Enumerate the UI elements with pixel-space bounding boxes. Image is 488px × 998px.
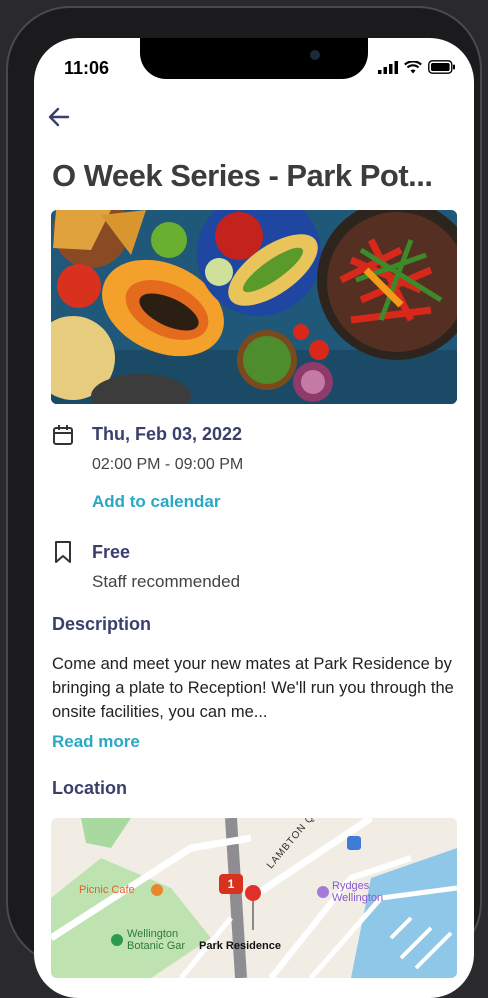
map-label-botanic: Wellington Botanic Gar <box>127 928 186 952</box>
notch <box>140 38 368 79</box>
location-heading: Location <box>52 778 127 798</box>
garden-icon <box>111 934 123 946</box>
app-screen: 11:06 O Week Series - Park Pot... Thu, F… <box>34 38 474 998</box>
event-title: O Week Series - Park Pot... <box>52 158 433 193</box>
event-time-range: 02:00 PM - 09:00 PM <box>92 456 244 473</box>
camera <box>310 50 320 60</box>
event-date: Thu, Feb 03, 2022 <box>92 424 243 444</box>
event-price: Free <box>92 542 131 562</box>
back-button[interactable] <box>48 106 70 133</box>
read-more-link[interactable]: Read more <box>52 732 140 752</box>
battery-icon <box>428 60 455 74</box>
map-pin-icon <box>245 885 261 930</box>
phone-frame: 11:06 O Week Series - Park Pot... Thu, F… <box>6 6 482 998</box>
add-to-calendar-link[interactable]: Add to calendar <box>92 492 220 512</box>
food-photo <box>51 210 457 404</box>
event-description: Come and meet your new mates at Park Res… <box>52 655 454 721</box>
event-tag: Staff recommended <box>92 572 241 591</box>
cafe-icon <box>151 884 163 896</box>
bus-stop-icon <box>347 836 361 850</box>
signal-icon <box>378 60 398 74</box>
map-label-picnic: Picnic Cafe <box>79 884 135 896</box>
calendar-icon <box>52 424 74 451</box>
wifi-icon <box>404 60 422 73</box>
hotel-icon <box>317 886 329 898</box>
event-image <box>51 210 457 404</box>
map-label-rydges: Rydges Wellington <box>332 880 384 904</box>
status-time: 11:06 <box>64 58 110 78</box>
status-icons <box>378 60 456 74</box>
location-map[interactable]: Picnic Cafe LAMBTON QUAY RydgesWellingto… <box>51 818 457 978</box>
arrow-left-icon <box>48 107 70 127</box>
description-heading: Description <box>52 614 152 634</box>
route-badge: 1 <box>219 874 243 894</box>
map-label-park: Park Residence <box>199 940 281 952</box>
bookmark-icon <box>52 540 74 569</box>
